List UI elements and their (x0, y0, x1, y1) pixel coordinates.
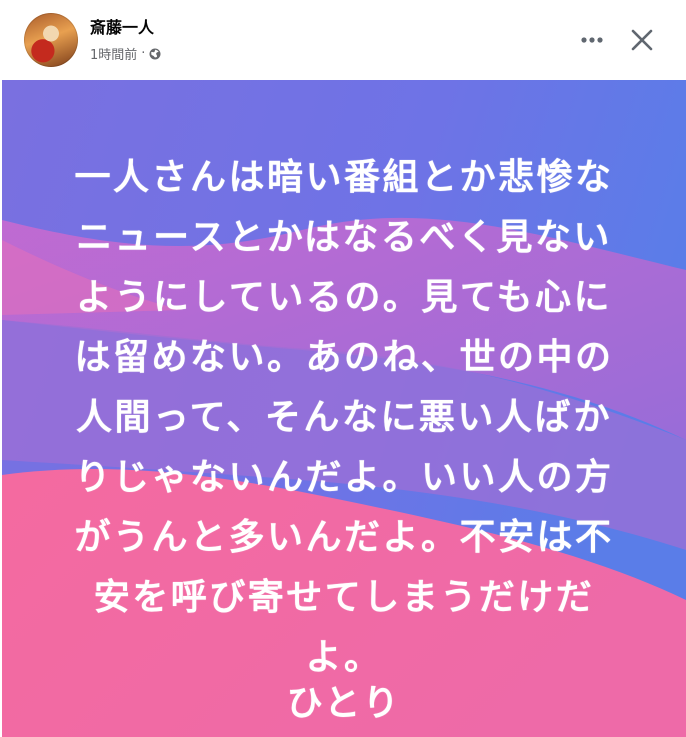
quote-line: りじゃないんだよ。いい人の方 (74, 457, 614, 498)
quote-line: ようにしているの。見ても心に (75, 277, 613, 318)
facebook-post: 斎藤一人 1時間前 · 一人さんは暗い番組とか悲惨な ニュースとかはなるべく見な… (0, 0, 686, 737)
quote-line: 安を呼び寄せてしまうだけだ (93, 577, 595, 618)
meta-separator: · (141, 46, 146, 61)
post-meta: 1時間前 · (90, 44, 161, 63)
quote-line: は留めない。あのね、世の中の (74, 337, 614, 378)
close-button[interactable] (622, 20, 662, 60)
quote-line: よ。 (305, 637, 383, 678)
signature: ひとり (286, 683, 402, 724)
quote-line: 人間って、そんなに悪い人ばか (75, 397, 613, 438)
close-icon (631, 29, 653, 51)
post-header: 斎藤一人 1時間前 · (0, 0, 686, 80)
quote-line: ニュースとかはなるべく見ない (76, 217, 612, 258)
author-name[interactable]: 斎藤一人 (90, 14, 154, 38)
globe-icon (149, 48, 161, 60)
more-horizontal-icon (581, 37, 603, 43)
more-options-button[interactable] (574, 22, 610, 58)
quote-line: がうんと多いんだよ。不安は不 (74, 517, 614, 558)
quote-line: 一人さんは暗い番組とか悲惨な (74, 157, 614, 198)
avatar[interactable] (24, 13, 78, 67)
timestamp[interactable]: 1時間前 (90, 44, 137, 63)
quote-text: 一人さんは暗い番組とか悲惨な ニュースとかはなるべく見ない ようにしているの。見… (2, 80, 686, 737)
post-image[interactable]: 一人さんは暗い番組とか悲惨な ニュースとかはなるべく見ない ようにしているの。見… (2, 80, 686, 737)
